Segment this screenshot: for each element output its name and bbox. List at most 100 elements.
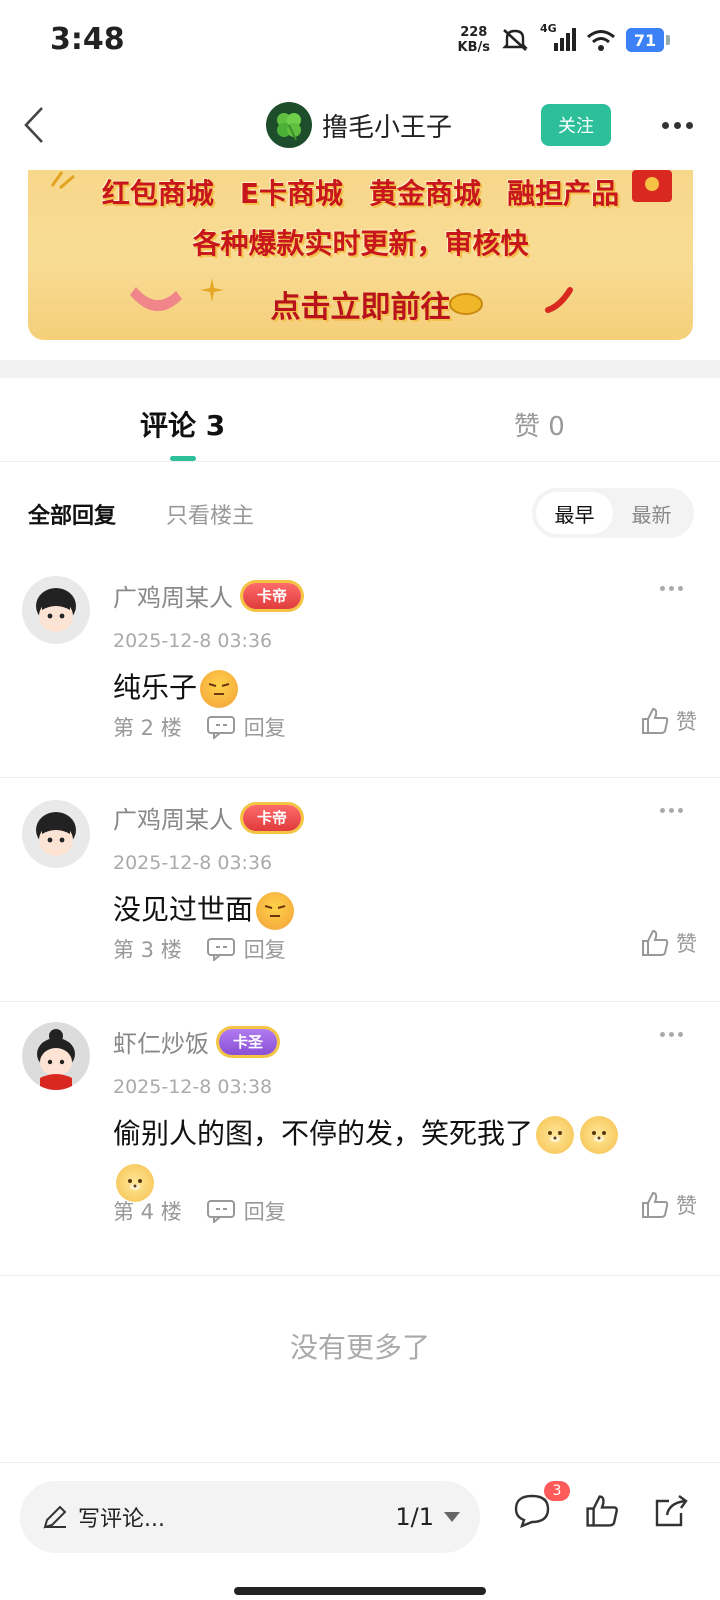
comments-button[interactable]: 3 [508,1481,570,1535]
like-label: 赞 [676,932,697,956]
boy-avatar-icon [22,800,90,868]
ribbon-icon [130,287,182,312]
net-speed-unit: KB/s [457,40,490,55]
share-button[interactable] [648,1487,696,1535]
comment-text: 偷别人的图，不停的发，笑死我了 [113,1117,534,1150]
floor-number: 第 2 楼 [113,716,182,740]
comment-time: 2025-12-8 03:36 [113,630,273,652]
caret-down-icon [444,1512,460,1522]
comment-author[interactable]: 虾仁炒饭 [113,1024,209,1059]
comment-bubble-icon [514,1494,550,1529]
share-icon [655,1495,688,1527]
status-time: 3:48 [50,22,125,57]
comment-bubble-icon [206,716,235,739]
comment-bubble-icon [206,1200,235,1223]
tab-comments[interactable]: 评论 3 [140,404,225,444]
red-packet-icon [632,170,672,202]
reply-label: 回复 [243,716,286,740]
like-button[interactable]: 赞 [640,706,697,736]
bottom-bar: 写评论... 1/1 3 [0,1462,720,1600]
comment-input[interactable]: 写评论... 1/1 [20,1481,480,1553]
comment-item: 虾仁炒饭 卡圣 2025-12-8 03:38 偷别人的图，不停的发，笑死我了 … [0,1002,720,1276]
page-selector[interactable]: 1/1 [395,1503,460,1531]
sort-latest[interactable]: 最新 [613,492,690,534]
comment-input-placeholder: 写评论... [78,1507,165,1532]
thumbs-up-icon [642,929,669,956]
comment-more-button[interactable] [660,586,683,591]
thumbs-up-icon [642,1191,669,1218]
comment-item: 广鸡周某人 卡帝 2025-12-8 03:36 纯乐子 第 2 楼 回复 赞 [0,556,720,778]
banner-cta[interactable]: 点击立即前往 [271,290,451,325]
smirk-emoji-icon [200,670,239,708]
smirk-emoji-icon [256,892,295,930]
comment-bubble-icon [206,938,235,961]
reply-label: 回复 [243,938,286,962]
banner-tagline: 各种爆款实时更新，审核快 [192,227,529,260]
boy-avatar-icon [22,576,90,644]
like-button[interactable]: 赞 [640,1190,697,1220]
filter-op-only[interactable]: 只看楼主 [166,498,254,530]
comment-time: 2025-12-8 03:36 [113,852,273,874]
reply-button[interactable]: 回复 [206,1196,286,1226]
banner-item: 红包商城 [101,177,214,210]
tab-likes[interactable]: 赞 0 [514,406,565,443]
header: 撸毛小王子 关注 [0,92,720,162]
wifi-icon [586,26,616,54]
coin-icon [449,293,483,315]
comment-text-wrap: 偷别人的图，不停的发，笑死我了 [113,1110,658,1206]
reply-button[interactable]: 回复 [206,712,286,742]
signal-icon: 4G [540,22,576,54]
tab-active-indicator [170,456,196,461]
like-label: 赞 [676,1194,697,1218]
like-button[interactable]: 赞 [640,928,697,958]
home-indicator [234,1587,486,1595]
comment-text-wrap: 没见过世面 [113,886,673,934]
user-badge: 卡帝 [243,582,302,609]
user-badge: 卡圣 [219,1028,278,1055]
comment-time: 2025-12-8 03:38 [113,1076,273,1098]
status-icons: 228 KB/s 4G 71 [458,22,670,58]
chevron-left-icon [24,107,43,143]
comment-item: 广鸡周某人 卡帝 2025-12-8 03:36 没见过世面 第 3 楼 回复 … [0,778,720,1002]
floor-number: 第 4 楼 [113,1200,182,1224]
battery-icon: 71 [626,28,670,52]
banner-item: 融担产品 [507,177,620,210]
avatar[interactable] [22,576,90,644]
comment-text-wrap: 纯乐子 [113,664,673,712]
girl-avatar-icon [22,1022,90,1090]
chili-icon [545,287,573,313]
follow-button[interactable]: 关注 [541,104,611,146]
tab-bar: 评论 3 赞 0 [0,380,720,462]
net-speed: 228 KB/s [458,25,490,55]
reply-button[interactable]: 回复 [206,934,286,964]
like-post-button[interactable] [578,1487,626,1535]
comment-more-button[interactable] [660,808,683,813]
like-label: 赞 [676,710,697,734]
comment-text: 没见过世面 [113,893,254,926]
pencil-icon [43,1505,67,1529]
firework-icon [50,171,75,190]
comment-more-button[interactable] [660,1032,683,1037]
more-options-button[interactable] [655,104,699,146]
comment-author[interactable]: 广鸡周某人 [113,578,233,613]
sort-earliest[interactable]: 最早 [536,492,613,534]
page-number: 1/1 [395,1503,434,1531]
author-info[interactable]: 撸毛小王子 [266,100,452,150]
comment-author[interactable]: 广鸡周某人 [113,800,233,835]
banner-items: 红包商城 E卡商城 黄金商城 融担产品 [28,172,693,212]
reply-filters: 全部回复 只看楼主 最早 最新 [0,480,720,540]
status-bar: 3:48 228 KB/s 4G 71 [0,0,720,80]
back-button[interactable] [14,100,54,150]
author-avatar[interactable] [266,102,312,148]
mute-icon [500,26,530,54]
end-of-list-text: 没有更多了 [289,1331,430,1364]
thumbs-up-icon [586,1495,618,1527]
avatar[interactable] [22,1022,90,1090]
network-type: 4G [540,22,557,35]
section-divider [0,360,720,378]
filter-all-replies[interactable]: 全部回复 [28,498,116,530]
sparkle-icon [200,278,224,302]
avatar[interactable] [22,800,90,868]
promo-banner[interactable]: 红包商城 E卡商城 黄金商城 融担产品 各种爆款实时更新，审核快 点击立即前往 [28,170,693,340]
battery-level: 71 [626,28,664,52]
